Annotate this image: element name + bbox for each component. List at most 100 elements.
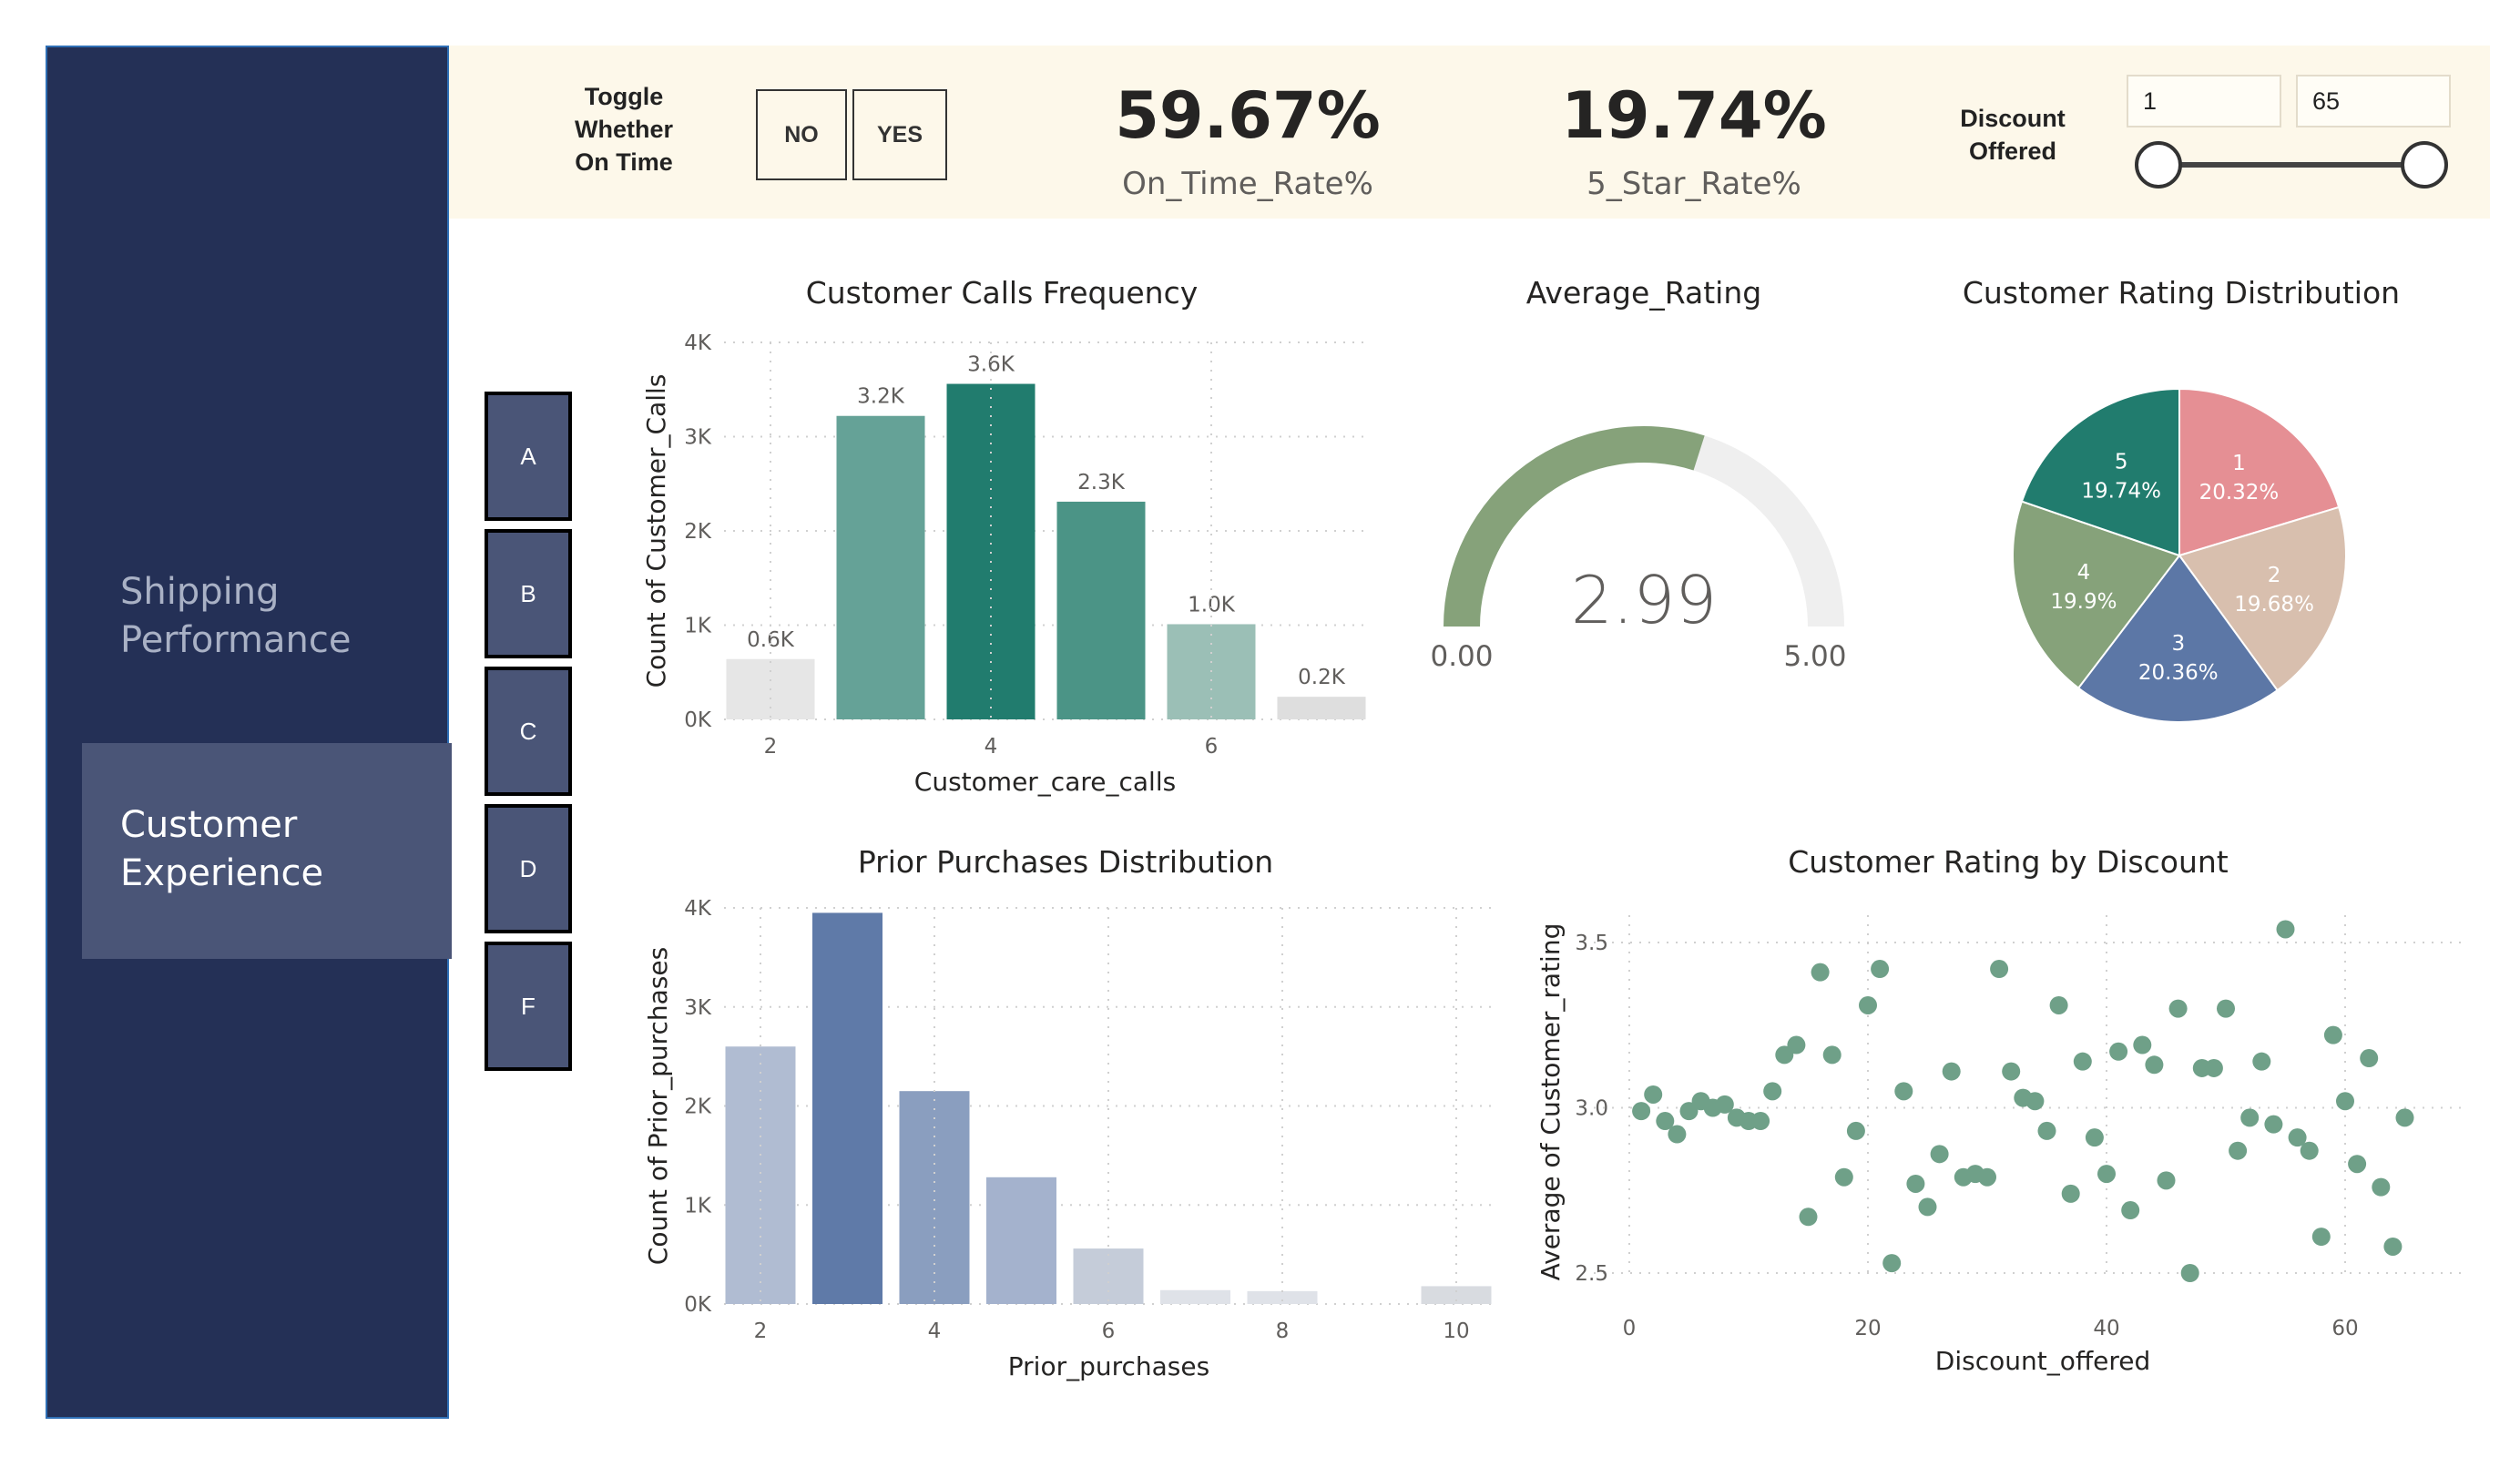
scatter-point <box>2168 999 2188 1018</box>
scatter-point <box>2395 1108 2414 1127</box>
scatter-point <box>2360 1049 2379 1068</box>
bar-3 <box>836 415 925 719</box>
y-tick-label: 2K <box>684 1095 712 1119</box>
scatter-point <box>1811 963 1830 982</box>
scatter-point <box>1942 1062 1961 1081</box>
scatter-point <box>2204 1058 2223 1077</box>
y-tick-label: 4K <box>684 897 712 921</box>
scatter-point <box>1846 1121 1865 1140</box>
pie-slice-label: 1 <box>2232 452 2246 475</box>
bar-4 <box>899 1091 970 1304</box>
gauge-value: 2.99 <box>1571 562 1717 638</box>
scatter-point <box>2264 1115 2283 1134</box>
y-tick-label: 1K <box>684 1194 712 1218</box>
x-tick-label: 60 <box>2331 1317 2358 1340</box>
scatter-point <box>1668 1125 1687 1144</box>
pie-slice-percent: 19.68% <box>2234 593 2314 616</box>
data-label: 1.0K <box>1188 593 1236 616</box>
y-tick-label: 0K <box>684 708 712 732</box>
scatter-point <box>1882 1254 1902 1273</box>
scatter-point <box>2025 1092 2045 1111</box>
scatter-point <box>1799 1207 1818 1227</box>
scatter-point <box>2109 1042 2128 1061</box>
bar-3 <box>812 912 883 1304</box>
scatter-point <box>2049 995 2068 1014</box>
data-label: 3.2K <box>857 385 905 409</box>
x-tick-label: 2 <box>754 1319 768 1343</box>
bar-5 <box>986 1177 1056 1304</box>
x-tick-label: 40 <box>2093 1317 2119 1340</box>
scatter-point <box>2240 1108 2260 1127</box>
data-label: 0.6K <box>747 628 795 652</box>
x-tick-label: 4 <box>985 735 998 759</box>
x-tick-label: 6 <box>1102 1319 1116 1343</box>
scatter-point <box>2323 1025 2342 1044</box>
scatter-point <box>1871 960 1890 979</box>
scatter-point <box>2002 1062 2021 1081</box>
bar-6 <box>1073 1248 1144 1304</box>
scatter-point <box>1918 1197 1937 1217</box>
scatter-point <box>1834 1167 1853 1187</box>
x-axis-label: Prior_purchases <box>1008 1351 1209 1381</box>
y-tick-label: 1K <box>684 615 712 638</box>
scatter-point <box>1990 960 2009 979</box>
scatter-point <box>2145 1055 2164 1075</box>
scatter-point <box>2311 1228 2331 1247</box>
scatter-point <box>2073 1052 2092 1071</box>
x-axis-label: Customer_care_calls <box>914 767 1176 797</box>
x-tick-label: 4 <box>928 1319 942 1343</box>
scatter-point <box>1930 1145 1949 1164</box>
scatter-point <box>2061 1184 2080 1203</box>
x-tick-label: 10 <box>1443 1319 1469 1343</box>
y-tick-label: 3.5 <box>1575 932 1608 955</box>
x-tick-label: 2 <box>764 735 778 759</box>
scatter-point <box>2348 1155 2367 1174</box>
scatter-point <box>1763 1082 1782 1101</box>
y-tick-label: 0K <box>684 1293 712 1317</box>
bar-7 <box>1277 697 1366 719</box>
data-label: 2.3K <box>1077 471 1126 494</box>
scatter-point <box>1859 995 1877 1014</box>
y-tick-label: 4K <box>684 331 712 355</box>
scatter-point <box>2276 920 2295 939</box>
scatter-point <box>2300 1141 2319 1160</box>
pie-slice-label: 4 <box>2077 561 2091 585</box>
y-tick-label: 3K <box>684 996 712 1020</box>
bar-2 <box>725 1046 796 1304</box>
bar-10 <box>1421 1286 1492 1304</box>
gauge-min-label: 0.00 <box>1430 640 1493 673</box>
scatter-point <box>2252 1052 2271 1071</box>
bar-8 <box>1247 1290 1318 1304</box>
scatter-point <box>2372 1177 2391 1197</box>
scatter-point <box>2180 1264 2199 1282</box>
scatter-point <box>2085 1128 2104 1147</box>
scatter-point <box>2383 1237 2403 1256</box>
pie-slice-percent: 20.36% <box>2138 661 2219 685</box>
bar-5 <box>1056 501 1146 719</box>
scatter-point <box>2229 1141 2248 1160</box>
gauge-max-label: 5.00 <box>1783 640 1846 673</box>
y-axis-label: Count of Prior_purchases <box>643 947 673 1265</box>
pie-slice-percent: 20.32% <box>2199 481 2280 504</box>
scatter-point <box>1787 1035 1806 1055</box>
bar-7 <box>1160 1289 1230 1304</box>
x-axis-label: Discount_offered <box>1935 1346 2150 1376</box>
y-tick-label: 3.0 <box>1575 1097 1608 1121</box>
scatter-point <box>1751 1112 1770 1131</box>
scatter-point <box>1906 1174 1925 1193</box>
charts-canvas: 0K 1K 2K 3K 4K 0.6K 3.2K 3.6K 2.3K 1.0K 0.2K 2 4 6 Cus… <box>641 331 2464 1381</box>
scatter-point <box>1894 1082 1913 1101</box>
scatter-point <box>2121 1201 2140 1220</box>
x-tick-label: 0 <box>1623 1317 1637 1340</box>
pie-slice-percent: 19.74% <box>2081 480 2161 504</box>
y-axis-label: Count of Customer_Calls <box>641 374 671 688</box>
x-tick-label: 6 <box>1205 735 1219 759</box>
y-tick-label: 2K <box>684 520 712 544</box>
scatter-point <box>2037 1121 2056 1140</box>
pie-slice-label: 3 <box>2171 632 2185 656</box>
scatter-point <box>1822 1045 1842 1065</box>
scatter-point <box>1644 1085 1663 1104</box>
y-tick-label: 2.5 <box>1575 1262 1608 1286</box>
data-label: 0.2K <box>1298 666 1346 689</box>
scatter-point <box>1978 1167 1996 1187</box>
